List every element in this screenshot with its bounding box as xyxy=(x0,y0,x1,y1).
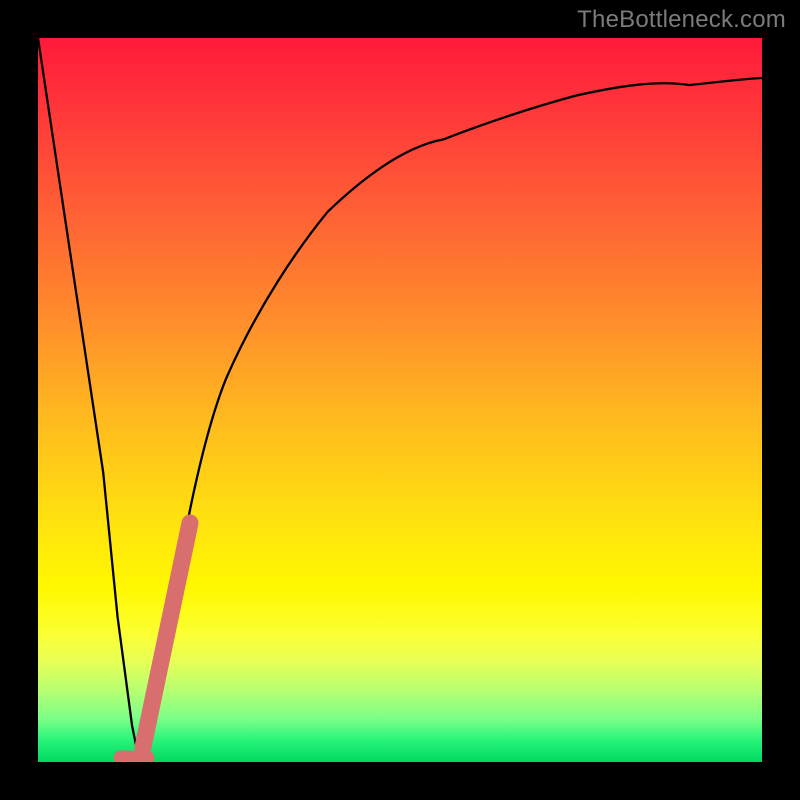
bottleneck-curve xyxy=(38,38,762,762)
chart-frame: TheBottleneck.com xyxy=(0,0,800,800)
attribution-label: TheBottleneck.com xyxy=(577,6,786,34)
highlight-segment xyxy=(143,523,190,747)
plot-area xyxy=(38,38,762,762)
curve-overlay xyxy=(38,38,762,762)
